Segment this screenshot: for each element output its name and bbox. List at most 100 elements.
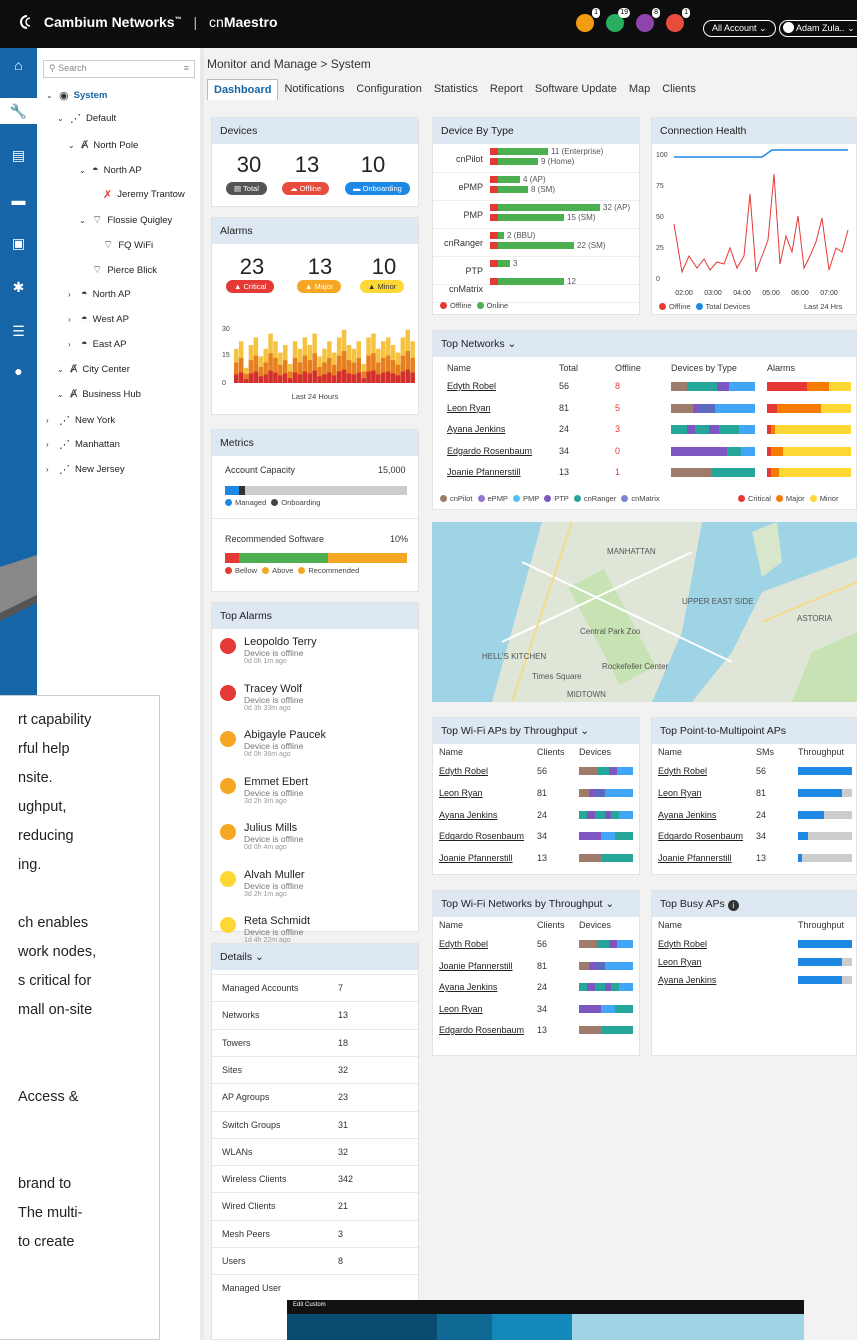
network-link[interactable]: Ayana Jenkins bbox=[447, 424, 505, 434]
server-icon[interactable]: ☰ bbox=[11, 324, 26, 339]
tree-item[interactable]: ⌄ ◓ North AP bbox=[79, 164, 142, 176]
row-link[interactable]: Ayana Jenkins bbox=[439, 810, 497, 820]
tree-item[interactable]: ⌄ ◉ System bbox=[46, 89, 107, 102]
tab-clients[interactable]: Clients bbox=[656, 79, 702, 100]
alarm-item[interactable]: Tracey Wolf Device is offline 0d 3h 33m ag… bbox=[212, 677, 420, 723]
detail-row[interactable]: Wired Clients 21 bbox=[212, 1192, 418, 1220]
tree-item[interactable]: ⌄ ⋰ Default bbox=[57, 112, 116, 125]
refresh-icon[interactable]: 1 bbox=[666, 8, 690, 32]
chevron-right-icon[interactable]: › bbox=[68, 315, 76, 324]
chevron-down-icon[interactable]: ⌄ bbox=[79, 166, 87, 175]
critical-badge[interactable]: ▲ Critical bbox=[226, 280, 275, 293]
top-networks-title[interactable]: Top Networks ⌄ bbox=[433, 331, 856, 357]
chevron-right-icon[interactable]: › bbox=[46, 416, 54, 425]
minor-badge[interactable]: ▲ Minor bbox=[360, 280, 405, 293]
tree-item[interactable]: ⌔ FQ WiFi bbox=[90, 238, 153, 252]
chevron-down-icon[interactable]: ⌄ bbox=[68, 141, 76, 150]
tab-software-update[interactable]: Software Update bbox=[529, 79, 623, 100]
row-link[interactable]: Ayana Jenkins bbox=[658, 810, 716, 820]
row-link[interactable]: Joanie Pfannerstill bbox=[658, 853, 732, 863]
chevron-right-icon[interactable]: › bbox=[46, 465, 54, 474]
chevron-right-icon[interactable]: › bbox=[46, 440, 54, 449]
account-icon[interactable]: ● bbox=[11, 364, 26, 379]
tab-map[interactable]: Map bbox=[623, 79, 656, 100]
tree-item[interactable]: ⌄ Ⱥ Business Hub bbox=[57, 388, 141, 400]
detail-row[interactable]: Switch Groups 31 bbox=[212, 1110, 418, 1138]
tab-report[interactable]: Report bbox=[484, 79, 529, 100]
chevron-right-icon[interactable]: › bbox=[68, 340, 76, 349]
details-title[interactable]: Details ⌄ bbox=[212, 944, 418, 970]
chevron-down-icon[interactable]: ⌄ bbox=[57, 114, 65, 123]
row-link[interactable]: Leon Ryan bbox=[439, 788, 483, 798]
row-link[interactable]: Edyth Robel bbox=[439, 766, 488, 776]
detail-row[interactable]: Users 8 bbox=[212, 1247, 418, 1274]
offline-badge[interactable]: ☁ Offline bbox=[282, 182, 330, 195]
row-link[interactable]: Joanie Pfannerstill bbox=[439, 853, 513, 863]
chevron-down-icon[interactable]: ⌄ bbox=[46, 91, 54, 100]
wrench-icon[interactable]: 🔧 bbox=[0, 98, 37, 124]
detail-row[interactable]: Networks 13 bbox=[212, 1001, 418, 1029]
detail-row[interactable]: Mesh Peers 3 bbox=[212, 1219, 418, 1247]
clipboard-icon[interactable]: 8 bbox=[636, 8, 660, 32]
account-selector[interactable]: All Account ⌄ bbox=[703, 20, 776, 37]
total-badge[interactable]: ▤ Total bbox=[226, 182, 267, 195]
row-link[interactable]: Edgardo Rosenbaum bbox=[658, 831, 743, 841]
tree-item[interactable]: › ◓ West AP bbox=[68, 313, 129, 325]
row-link[interactable]: Leon Ryan bbox=[658, 957, 702, 967]
home-icon[interactable]: ⌂ bbox=[11, 58, 26, 73]
chevron-right-icon[interactable]: › bbox=[68, 290, 76, 299]
detail-row[interactable]: Towers 18 bbox=[212, 1028, 418, 1056]
row-link[interactable]: Joanie Pfannerstill bbox=[439, 961, 513, 971]
clipboard-icon[interactable]: ▤ bbox=[11, 148, 26, 163]
gear-icon[interactable]: ✱ bbox=[11, 280, 26, 295]
truck-icon[interactable]: ▬ bbox=[11, 193, 26, 208]
row-link[interactable]: Leon Ryan bbox=[439, 1004, 483, 1014]
tab-notifications[interactable]: Notifications bbox=[278, 79, 350, 100]
detail-row[interactable]: Wireless Clients 342 bbox=[212, 1165, 418, 1193]
top-wifi-networks-title[interactable]: Top Wi-Fi Networks by Throughput ⌄ bbox=[433, 891, 639, 917]
alarm-item[interactable]: Julius Mills Device is offline 0d 0h 4m ag… bbox=[212, 816, 420, 862]
detail-row[interactable]: Managed User bbox=[212, 1274, 418, 1302]
row-link[interactable]: Edgardo Rosenbaum bbox=[439, 1025, 524, 1035]
network-link[interactable]: Edyth Robel bbox=[447, 381, 496, 391]
brand[interactable]: Cambium Networks™ | cnMaestro bbox=[18, 14, 278, 30]
alarm-item[interactable]: Leopoldo Terry Device is offline 0d 0h 1m … bbox=[212, 630, 420, 676]
onboarding-badge[interactable]: ▬ Onboarding bbox=[345, 182, 410, 195]
network-link[interactable]: Edgardo Rosenbaum bbox=[447, 446, 532, 456]
tree-item[interactable]: › ◓ North AP bbox=[68, 288, 131, 300]
alarm-item[interactable]: Alvah Muller Device is offline 3d 2h 1m ag… bbox=[212, 863, 420, 909]
major-badge[interactable]: ▲ Major bbox=[297, 280, 342, 293]
search-input[interactable]: ⚲ Search ≡ bbox=[43, 60, 195, 78]
alarm-item[interactable]: Abigayle Paucek Device is offline 0d 0h 36… bbox=[212, 723, 420, 769]
user-menu[interactable]: Adam Zula.. ⌄ bbox=[779, 20, 857, 37]
row-link[interactable]: Ayana Jenkins bbox=[439, 982, 497, 992]
filter-icon[interactable]: ≡ bbox=[184, 63, 189, 73]
tree-item[interactable]: › ⋰ New York bbox=[46, 414, 115, 427]
tree-item[interactable]: ⌄ Ⱥ North Pole bbox=[68, 139, 138, 151]
tab-statistics[interactable]: Statistics bbox=[428, 79, 484, 100]
tree-item[interactable]: ⌄ Ⱥ City Center bbox=[57, 363, 130, 375]
tree-item[interactable]: ✗ Jeremy Trantow bbox=[90, 188, 185, 201]
chevron-down-icon[interactable]: ⌄ bbox=[79, 216, 87, 225]
alarm-item[interactable]: Emmet Ebert Device is offline 3d 2h 3m ago bbox=[212, 770, 420, 816]
row-link[interactable]: Leon Ryan bbox=[658, 788, 702, 798]
map[interactable]: MANHATTAN Central Park Zoo HELL'S KITCHE… bbox=[432, 522, 857, 702]
chevron-down-icon[interactable]: ⌄ bbox=[57, 390, 65, 399]
bell-icon[interactable]: 1 bbox=[576, 8, 600, 32]
top-wifi-aps-title[interactable]: Top Wi-Fi APs by Throughput ⌄ bbox=[433, 718, 639, 744]
chevron-down-icon[interactable]: ⌄ bbox=[57, 365, 65, 374]
tab-dashboard[interactable]: Dashboard bbox=[207, 79, 279, 100]
row-link[interactable]: Edgardo Rosenbaum bbox=[439, 831, 524, 841]
row-link[interactable]: Edyth Robel bbox=[439, 939, 488, 949]
tree-item[interactable]: › ⋰ New Jersey bbox=[46, 463, 125, 476]
row-link[interactable]: Edyth Robel bbox=[658, 939, 707, 949]
detail-row[interactable]: WLANs 32 bbox=[212, 1137, 418, 1165]
network-link[interactable]: Leon Ryan bbox=[447, 403, 491, 413]
truck-icon[interactable]: 19 bbox=[606, 8, 630, 32]
tree-item[interactable]: ⌄ ⌔ Flossie Quigley bbox=[79, 213, 172, 227]
briefcase-icon[interactable]: ▣ bbox=[11, 236, 26, 251]
row-link[interactable]: Edyth Robel bbox=[658, 766, 707, 776]
info-icon[interactable]: i bbox=[727, 900, 739, 911]
network-link[interactable]: Joanie Pfannerstill bbox=[447, 467, 521, 477]
detail-row[interactable]: Managed Accounts 7 bbox=[212, 974, 418, 1001]
